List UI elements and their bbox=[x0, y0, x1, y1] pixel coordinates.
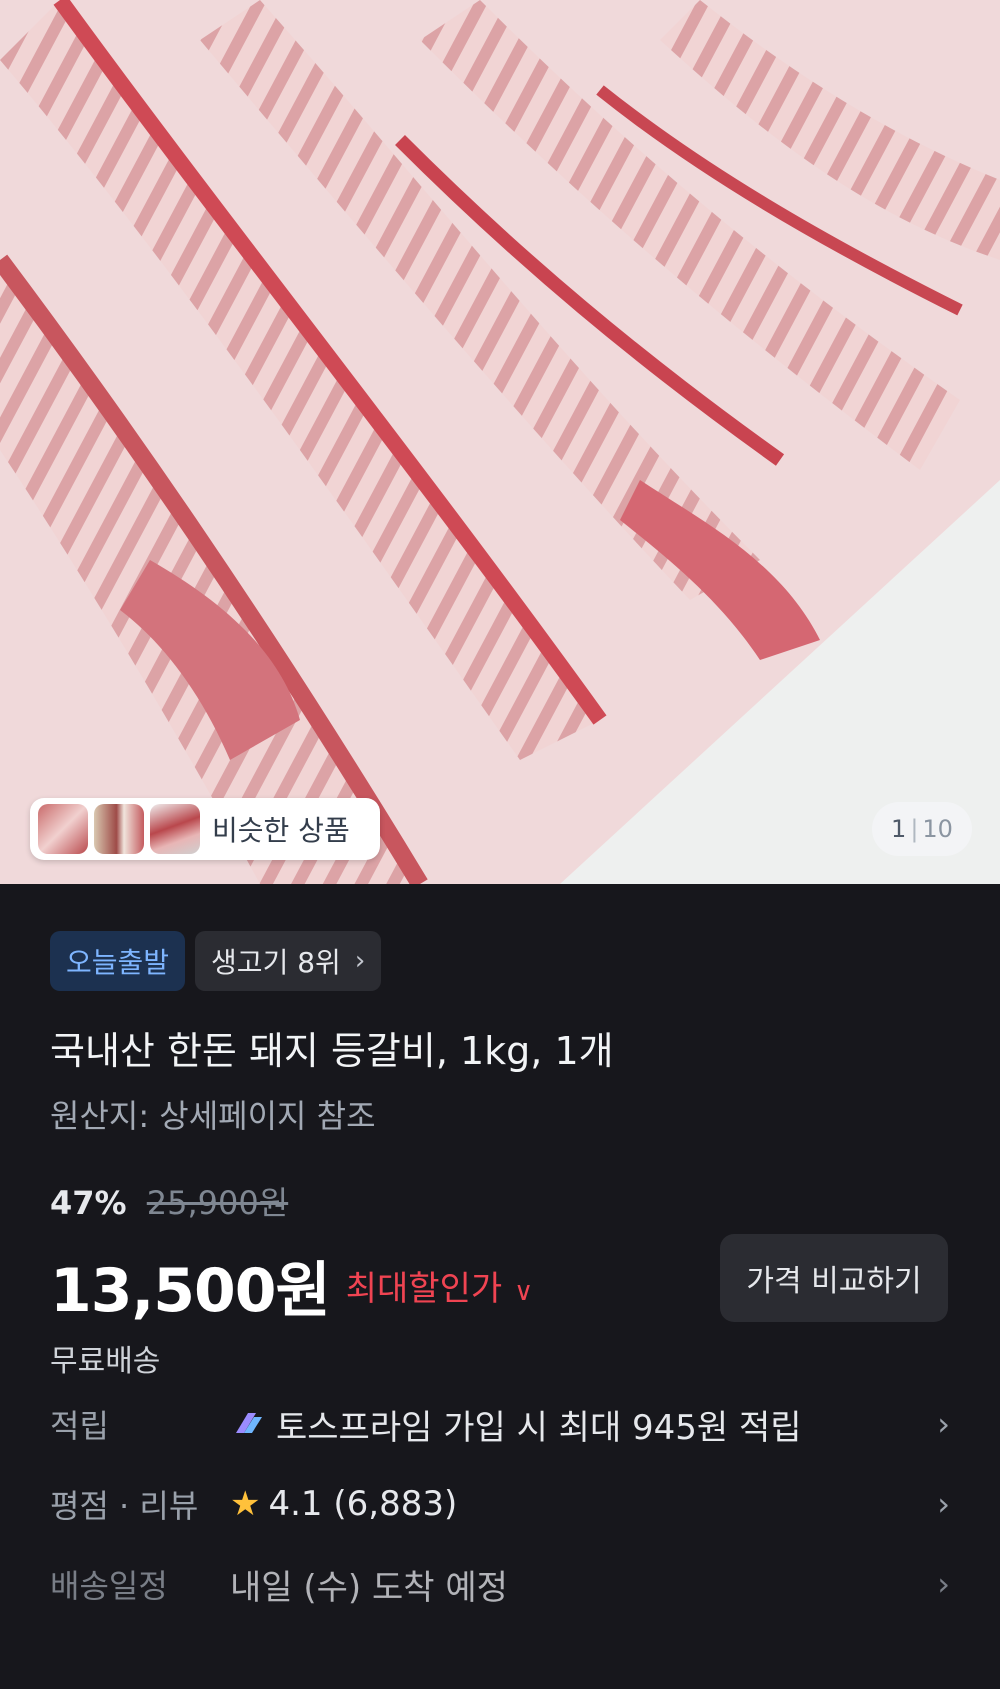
rating-label: 평점 · 리뷰 bbox=[50, 1487, 199, 1525]
total-pages: 10 bbox=[922, 815, 953, 843]
product-image-gallery[interactable]: 비슷한 상품 1 | 10 bbox=[0, 0, 1000, 884]
max-discount-label: 최대할인가 bbox=[345, 1269, 503, 1309]
similar-product-thumbnail bbox=[94, 804, 144, 854]
points-value-group: 토스프라임 가입 시 최대 945원 적립 bbox=[230, 1400, 910, 1449]
product-photo bbox=[0, 0, 1000, 884]
chevron-right-icon: › bbox=[937, 1485, 950, 1523]
badge-row: 오늘출발 생고기 8위 › bbox=[50, 931, 382, 991]
toss-prime-icon bbox=[236, 1413, 262, 1433]
similar-products-label: 비슷한 상품 bbox=[212, 814, 350, 847]
chevron-down-icon: ∨ bbox=[514, 1277, 534, 1307]
rating-value: 4.1 (6,883) bbox=[268, 1484, 458, 1524]
category-rank-label: 생고기 8위 bbox=[211, 946, 341, 979]
shipping-info: 무료배송 bbox=[50, 1344, 161, 1379]
category-rank-badge[interactable]: 생고기 8위 › bbox=[195, 931, 382, 991]
image-page-indicator: 1 | 10 bbox=[872, 802, 972, 856]
product-title: 국내산 한돈 돼지 등갈비, 1kg, 1개 bbox=[50, 1029, 614, 1073]
today-ship-badge: 오늘출발 bbox=[50, 931, 186, 991]
today-ship-label: 오늘출발 bbox=[66, 946, 170, 979]
delivery-label: 배송일정 bbox=[50, 1567, 168, 1605]
discount-row: 47% 25,900원 bbox=[50, 1178, 288, 1224]
product-info-panel: 오늘출발 생고기 8위 › 국내산 한돈 돼지 등갈비, 1kg, 1개 원산지… bbox=[0, 884, 1000, 1689]
star-icon: ★ bbox=[230, 1484, 261, 1524]
points-label: 적립 bbox=[50, 1407, 109, 1445]
similar-products-button[interactable]: 비슷한 상품 bbox=[30, 798, 380, 860]
points-row[interactable]: 적립 토스프라임 가입 시 최대 945원 적립 › bbox=[50, 1394, 950, 1454]
delivery-value: 내일 (수) 도착 예정 bbox=[230, 1567, 508, 1608]
price-row: 13,500원 최대할인가 ∨ bbox=[50, 1242, 533, 1329]
compare-price-label: 가격 비교하기 bbox=[746, 1264, 922, 1299]
similar-product-thumbnail bbox=[38, 804, 88, 854]
max-discount-toggle[interactable]: 최대할인가 ∨ bbox=[346, 1261, 533, 1310]
current-page: 1 bbox=[891, 815, 907, 843]
points-value: 토스프라임 가입 시 최대 945원 적립 bbox=[276, 1407, 802, 1448]
chevron-right-icon: › bbox=[354, 946, 366, 976]
rating-value-group: ★ 4.1 (6,883) bbox=[230, 1484, 910, 1524]
chevron-right-icon: › bbox=[937, 1405, 950, 1443]
rating-row[interactable]: 평점 · 리뷰 ★ 4.1 (6,883) › bbox=[50, 1474, 950, 1534]
chevron-right-icon: › bbox=[937, 1565, 950, 1603]
delivery-row[interactable]: 배송일정 내일 (수) 도착 예정 › bbox=[50, 1554, 950, 1614]
compare-price-button[interactable]: 가격 비교하기 bbox=[720, 1234, 948, 1322]
similar-product-thumbnail bbox=[150, 804, 200, 854]
discount-rate: 47% bbox=[50, 1184, 127, 1222]
product-origin: 원산지: 상세페이지 참조 bbox=[50, 1097, 376, 1135]
page-separator: | bbox=[910, 815, 919, 843]
sale-price: 13,500원 bbox=[50, 1256, 331, 1326]
original-price: 25,900원 bbox=[146, 1184, 289, 1222]
